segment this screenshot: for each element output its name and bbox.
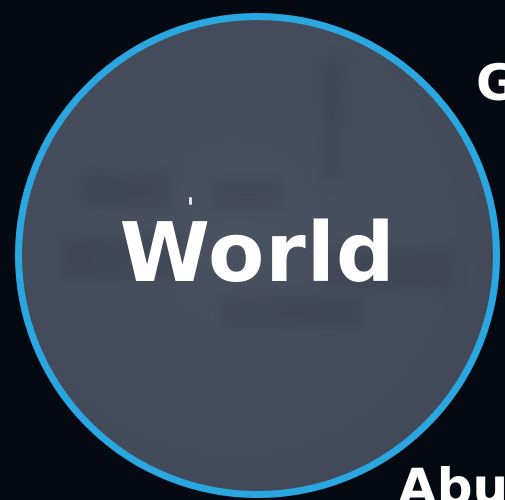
neighbor-bubble-label-bottom[interactable]: Abu <box>398 462 505 500</box>
bubble-canvas: G World Abu <box>0 0 505 500</box>
sparkle-dot <box>189 197 192 205</box>
world-topic-label: World <box>119 205 396 301</box>
neighbor-bubble-label-top-right[interactable]: G <box>476 58 505 108</box>
world-topic-bubble[interactable]: World <box>15 13 500 498</box>
